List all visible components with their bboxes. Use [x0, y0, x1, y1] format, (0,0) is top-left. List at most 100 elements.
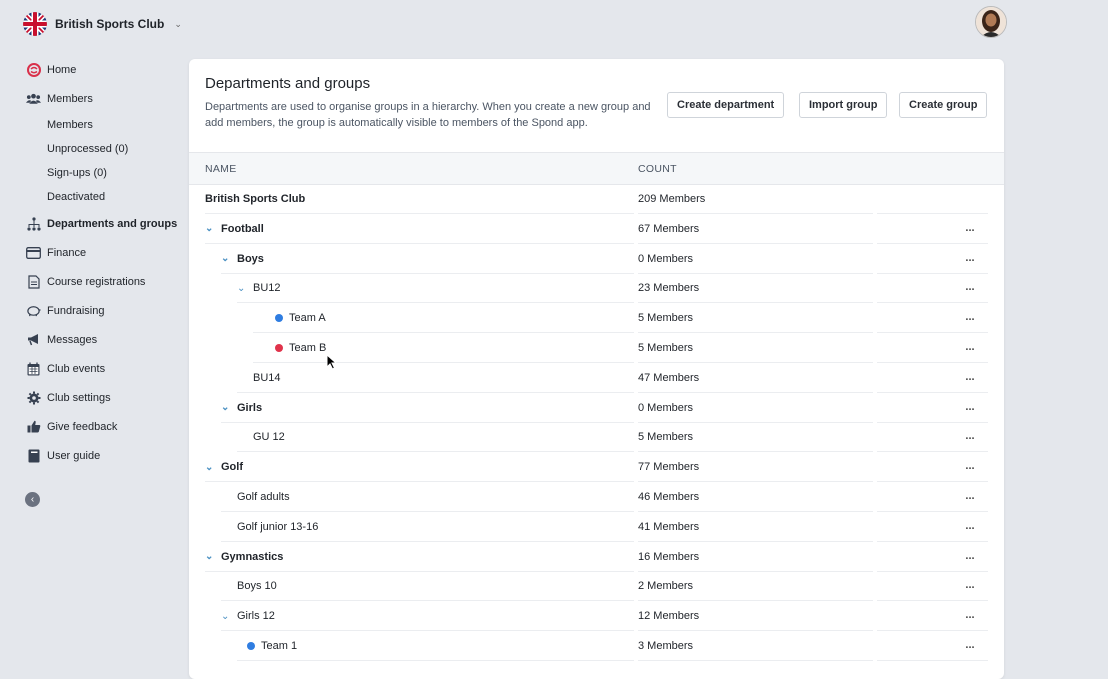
people-icon: [26, 91, 41, 106]
group-name: BU14: [253, 371, 281, 384]
table-header: NAME COUNT: [189, 152, 1004, 185]
sidebar-subitem-deactivated[interactable]: Deactivated: [0, 185, 188, 209]
sidebar-item-messages[interactable]: Messages: [0, 325, 188, 354]
table-row[interactable]: Team B 5 Members...: [189, 333, 1004, 363]
row-more-button[interactable]: ...: [959, 516, 981, 536]
table-row[interactable]: BU14 47 Members...: [189, 363, 1004, 393]
table-row[interactable]: Golf junior 13-16 41 Members...: [189, 512, 1004, 542]
table-row[interactable]: Team A 5 Members...: [189, 303, 1004, 334]
sidebar-item-club-events[interactable]: Club events: [0, 354, 188, 383]
member-count-cell: 77 Members: [638, 461, 700, 474]
member-count-cell: 5 Members: [638, 431, 694, 444]
import-group-button[interactable]: Import group: [799, 92, 888, 118]
avatar[interactable]: [975, 6, 1007, 38]
hierarchy-icon: [26, 216, 41, 231]
sidebar-item-members[interactable]: Members: [0, 84, 188, 113]
sidebar-subitem-sign-ups[interactable]: Sign-ups (0): [0, 161, 188, 185]
row-more-button[interactable]: ...: [959, 337, 981, 357]
collapse-sidebar-button[interactable]: ‹: [25, 492, 40, 507]
group-name-cell: ⌄ BU12: [237, 282, 281, 294]
page-description: Departments are used to organise groups …: [205, 101, 651, 129]
table-row[interactable]: ⌄ Golf 77 Members...: [189, 452, 1004, 483]
row-more-button[interactable]: ...: [959, 307, 981, 327]
row-more-button[interactable]: ...: [959, 218, 981, 238]
table-row[interactable]: Boys 10 2 Members...: [189, 571, 1004, 602]
sidebar-item-give-feedback[interactable]: Give feedback: [0, 412, 188, 441]
table-row[interactable]: Team 1 3 Members...: [189, 631, 1004, 661]
book-icon: [26, 448, 41, 463]
row-more-button[interactable]: ...: [959, 277, 981, 297]
sidebar-item-label: User guide: [47, 449, 101, 462]
table-row[interactable]: ⌄ Football 67 Members...: [189, 214, 1004, 244]
column-header-count: COUNT: [638, 163, 677, 175]
table-row[interactable]: ⌄ Boys 0 Members...: [189, 244, 1004, 274]
sidebar-item-departments-and-groups[interactable]: Departments and groups: [0, 209, 188, 238]
chevron-down-icon[interactable]: ⌄: [205, 223, 217, 234]
member-count-cell: 209 Members: [638, 193, 706, 205]
sidebar-item-label: Club settings: [47, 391, 111, 404]
row-more-button[interactable]: ...: [959, 546, 981, 566]
sidebar-item-course-registrations[interactable]: Course registrations: [0, 267, 188, 296]
row-more-button[interactable]: ...: [959, 248, 981, 268]
create-department-button[interactable]: Create department: [667, 92, 785, 118]
table-row[interactable]: ⌄ Girls 12 12 Members...: [189, 601, 1004, 632]
departments-card: Departments and groups Departments are u…: [189, 59, 1004, 679]
group-name: Team 1: [261, 639, 298, 652]
member-count-cell: 5 Members: [638, 312, 694, 325]
sidebar-item-label: Club events: [47, 362, 106, 375]
user-avatar-icon: [976, 7, 1006, 37]
row-more-button[interactable]: ...: [959, 397, 981, 417]
row-more-button[interactable]: ...: [959, 605, 981, 625]
member-count-cell: 46 Members: [638, 490, 700, 503]
chevron-down-icon[interactable]: ⌄: [221, 253, 233, 264]
sidebar: Home Members Members Unprocessed (0) Sig…: [0, 55, 188, 470]
row-more-button[interactable]: ...: [959, 635, 981, 655]
group-name: Golf: [221, 461, 243, 474]
group-name-cell: Team A: [275, 312, 326, 324]
row-divider: [638, 659, 873, 661]
sidebar-item-fundraising[interactable]: Fundraising: [0, 296, 188, 325]
group-name: Football: [221, 222, 264, 235]
member-count-cell: 12 Members: [638, 610, 700, 623]
chevron-down-icon[interactable]: ⌄: [221, 611, 233, 622]
chevron-left-icon: ‹: [30, 494, 35, 505]
group-color-dot-icon: [275, 314, 283, 323]
row-more-button[interactable]: ...: [959, 486, 981, 506]
group-name-cell: ⌄ Boys: [221, 253, 264, 265]
chevron-down-icon[interactable]: ⌄: [205, 551, 217, 562]
sidebar-item-club-settings[interactable]: Club settings: [0, 383, 188, 412]
group-name: British Sports Club: [205, 193, 306, 205]
row-more-button[interactable]: ...: [959, 426, 981, 446]
table-row[interactable]: ⌄ Gymnastics 16 Members...: [189, 542, 1004, 572]
group-name-cell: Golf adults: [237, 491, 290, 503]
sidebar-subitem-members[interactable]: Members: [0, 113, 188, 137]
group-name: GU 12: [253, 431, 285, 444]
sidebar-item-label: Course registrations: [47, 275, 146, 288]
group-name-cell: ⌄ Football: [205, 223, 264, 235]
table-row[interactable]: British Sports Club 209 Members: [189, 184, 1004, 214]
table-row[interactable]: GU 12 5 Members...: [189, 422, 1004, 453]
member-count-cell: 5 Members: [638, 341, 694, 354]
chevron-down-icon[interactable]: ⌄: [221, 402, 233, 413]
group-name-cell: Golf junior 13-16: [237, 521, 318, 533]
chevron-down-icon[interactable]: ⌄: [205, 462, 217, 473]
sidebar-item-label: Messages: [47, 333, 98, 346]
create-group-button[interactable]: Create group: [899, 92, 988, 118]
group-name-cell: British Sports Club: [205, 193, 305, 205]
group-name: Golf adults: [237, 490, 290, 503]
sidebar-item-finance[interactable]: Finance: [0, 238, 188, 267]
table-row[interactable]: ⌄ BU12 23 Members...: [189, 273, 1004, 304]
sidebar-item-home[interactable]: Home: [0, 55, 188, 84]
table-row[interactable]: Golf adults 46 Members...: [189, 482, 1004, 512]
sidebar-subitem-unprocessed[interactable]: Unprocessed (0): [0, 137, 188, 161]
row-more-button[interactable]: ...: [959, 367, 981, 387]
row-more-button[interactable]: ...: [959, 456, 981, 476]
sidebar-item-user-guide[interactable]: User guide: [0, 441, 188, 470]
sidebar-subitem-label: Members: [47, 119, 93, 131]
row-more-button[interactable]: ...: [959, 575, 981, 595]
chevron-down-icon[interactable]: ⌄: [237, 283, 249, 294]
table-row[interactable]: ⌄ Girls 0 Members...: [189, 393, 1004, 423]
member-count-cell: 2 Members: [638, 580, 694, 593]
club-switcher[interactable]: British Sports Club ⌄: [23, 12, 182, 36]
sidebar-subitem-label: Deactivated: [47, 191, 106, 203]
